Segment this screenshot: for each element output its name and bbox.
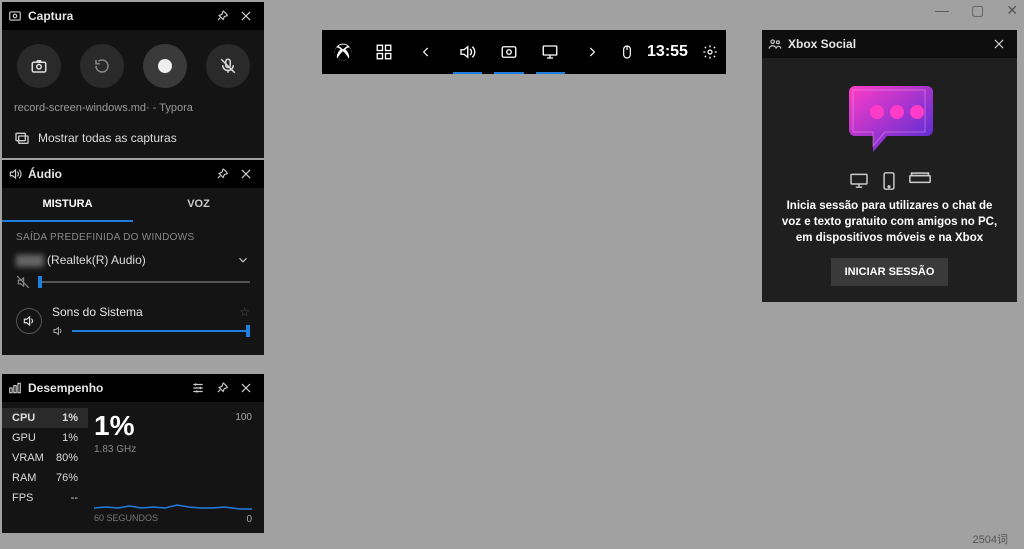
capture-target-label: record-screen-windows.md· - Typora [2,102,264,122]
metric-big-value: 1% [94,412,252,440]
window-minimize-button[interactable]: — [935,2,949,19]
clock: 13:55 [641,43,694,61]
performance-title: Desempenho [8,381,186,395]
window-maximize-button[interactable]: ▢ [971,2,984,19]
system-sounds-label: Sons do Sistema [52,305,143,319]
mic-muted-icon[interactable] [16,275,30,289]
chevron-right-icon [585,45,599,59]
audio-title: Áudio [8,167,210,181]
metric-ram[interactable]: RAM76% [2,468,88,488]
social-title-text: Xbox Social [788,37,856,51]
audio-widget-button[interactable] [447,30,489,74]
close-button[interactable] [234,376,258,400]
chart-ymax: 100 [235,412,252,423]
performance-title-text: Desempenho [28,381,103,395]
device-name: (Realtek(R) Audio) [47,253,146,267]
speaker-icon [8,167,22,181]
metric-cpu[interactable]: CPU1% [2,408,88,428]
close-button[interactable] [234,4,258,28]
performance-panel: Desempenho CPU1% GPU1% VRAM80% RAM76% FP… [2,374,264,533]
audio-title-text: Áudio [28,167,62,181]
tab-mix[interactable]: MISTURA [2,188,133,222]
cpu-sparkline [94,485,252,511]
mouse-icon [619,44,635,60]
pc-icon [849,172,869,188]
system-sounds-icon [16,308,42,334]
gear-icon [702,44,718,60]
headset-volume-slider[interactable] [38,281,250,283]
capture-widget-icon [8,9,22,23]
capture-widget-button[interactable] [488,30,530,74]
tab-voice[interactable]: VOZ [133,188,264,222]
close-button[interactable] [234,162,258,186]
widgets-icon [375,43,393,61]
camera-icon [30,57,48,75]
speaker-icon [458,43,476,61]
performance-widget-button[interactable] [530,30,572,74]
favorite-icon[interactable]: ☆ [239,305,250,319]
capture-title-text: Captura [28,9,73,23]
xbox-button[interactable] [322,30,364,74]
chat-illustration [776,74,1003,164]
status-bar-wordcount: 2504词 [973,531,1008,547]
xbox-icon [333,42,353,62]
pin-button[interactable] [210,376,234,400]
nav-next-button[interactable] [571,30,613,74]
rewind-icon [93,57,111,75]
metric-list: CPU1% GPU1% VRAM80% RAM76% FPS-- [2,408,88,527]
chevron-down-icon [236,253,250,267]
record-button[interactable] [143,44,187,88]
window-close-button[interactable]: ✕ [1006,2,1018,19]
audio-panel: Áudio MISTURA VOZ SAÍDA PREDEFINIDA DO W… [2,160,264,355]
options-button[interactable] [186,376,210,400]
record-dot-icon [158,59,172,73]
pin-button[interactable] [210,4,234,28]
capture-panel: Captura record-screen-windows.md· - Typo… [2,2,264,158]
capture-title: Captura [8,9,210,23]
performance-icon [8,381,22,395]
mic-toggle-button[interactable] [206,44,250,88]
volume-icon [52,325,64,337]
output-label: SAÍDA PREDEFINIDA DO WINDOWS [16,232,250,243]
capture-icon [500,43,518,61]
chart-xlabel: 60 SEGUNDOS [94,513,252,523]
social-message: Inicia sessão para utilizares o chat de … [776,198,1003,246]
chart-ymin: 0 [246,514,252,525]
output-device-dropdown[interactable]: ▇▇▇ (Realtek(R) Audio) [16,249,250,273]
people-icon [768,37,782,51]
monitor-icon [541,43,559,61]
device-masked: ▇▇▇ [16,253,44,267]
close-button[interactable] [987,32,1011,56]
xbox-social-panel: Xbox Social Inicia sessão para utilizare… [762,30,1017,302]
metric-vram[interactable]: VRAM80% [2,448,88,468]
record-last-button[interactable] [80,44,124,88]
gallery-icon [14,130,30,146]
show-all-captures-link[interactable]: Mostrar todas as capturas [2,122,264,158]
mobile-icon [883,172,895,190]
settings-button[interactable] [694,30,726,74]
pin-button[interactable] [210,162,234,186]
metric-freq: 1.83 GHz [94,444,252,455]
sign-in-button[interactable]: INICIAR SESSÃO [831,258,949,286]
screenshot-button[interactable] [17,44,61,88]
nav-prev-button[interactable] [405,30,447,74]
social-title: Xbox Social [768,37,987,51]
metric-fps[interactable]: FPS-- [2,488,88,508]
mouse-indicator [613,30,641,74]
console-icon [909,172,931,186]
mic-off-icon [219,57,237,75]
metric-gpu[interactable]: GPU1% [2,428,88,448]
system-volume-slider[interactable] [72,330,250,332]
speaker-icon [22,314,36,328]
chevron-left-icon [419,45,433,59]
gamebar-toolbar: 13:55 [322,30,726,74]
show-all-captures-label: Mostrar todas as capturas [38,131,177,145]
widgets-button[interactable] [364,30,406,74]
